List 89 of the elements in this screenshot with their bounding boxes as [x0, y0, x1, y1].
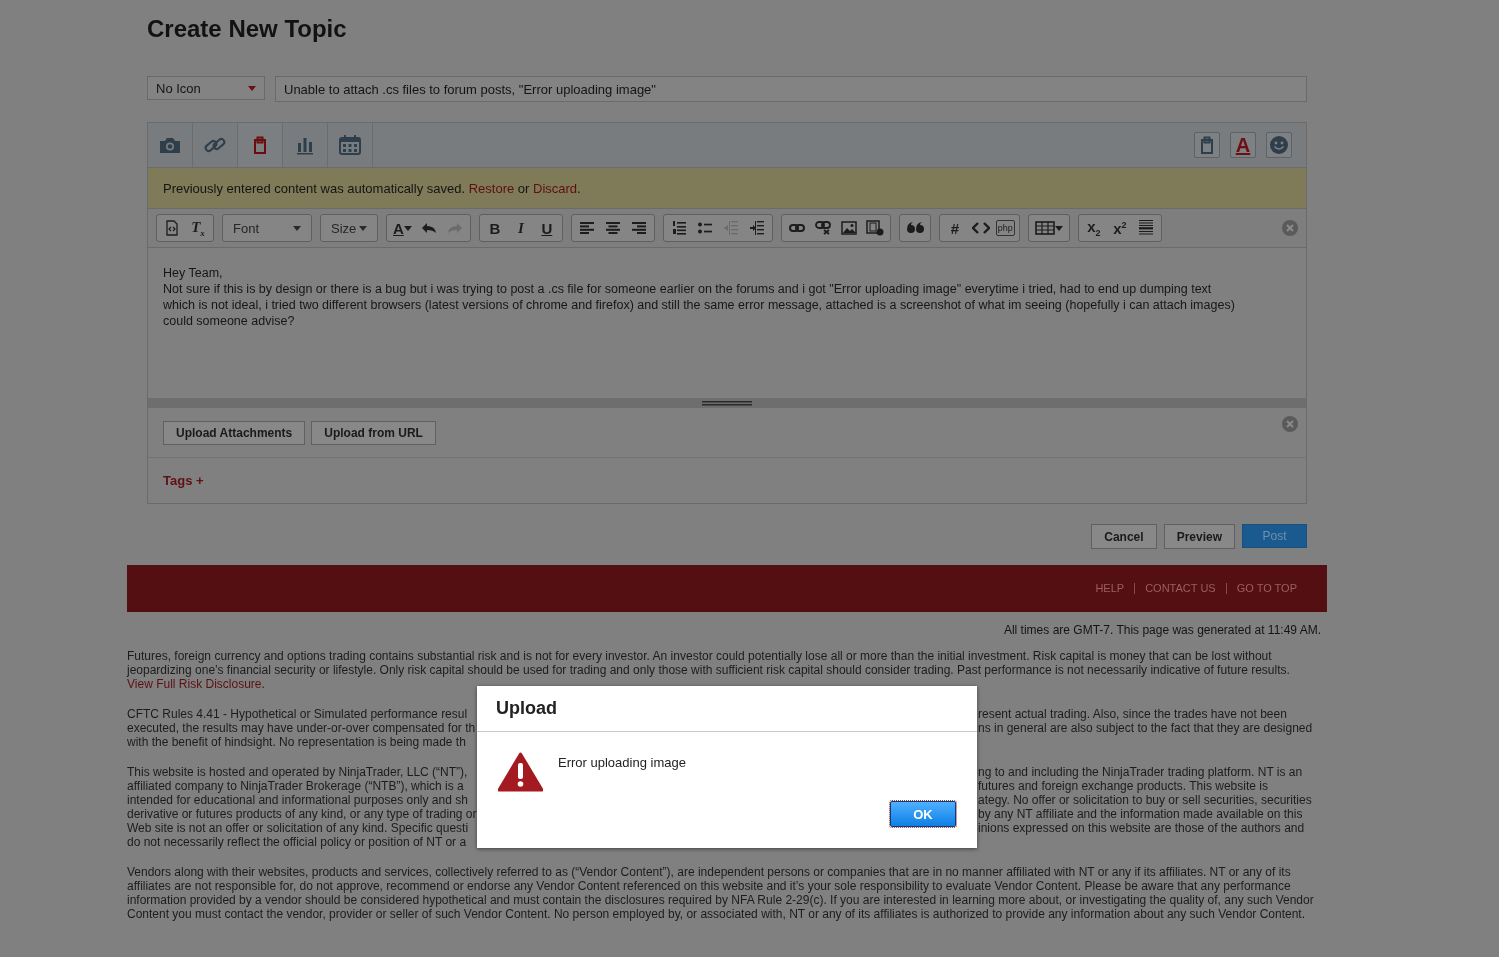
video-icon [865, 220, 884, 236]
disclaimer-text: by any NT affiliate and the information made available on this [978, 807, 1303, 821]
page-timestamp: All times are GMT-7. This page was generated at 11:49 AM. [1002, 623, 1322, 637]
disclaimer-text: futures and foreign exchange products. This website is [978, 779, 1268, 793]
disclaimer-text: inions expressed on this website are those of the authors and [978, 821, 1305, 835]
disclaimer-text: ategy. No offer or solicitation to buy or sell securities, securities [978, 793, 1312, 807]
disclaimer-text: resent actual trading. Also, since the trades have not been [978, 707, 1287, 721]
disclaimer-text: Web site is not an offer or solicitation of any kind. Specific questi [127, 821, 469, 835]
dialog-message: Error uploading image [558, 755, 686, 772]
ok-button[interactable]: OK [890, 801, 956, 827]
icon-dropdown[interactable]: No Icon [147, 76, 265, 100]
disclaimer-text: intended for educational and informational purposes only and sh [127, 793, 468, 807]
source-code-icon [165, 220, 179, 236]
bar-chart-icon [295, 135, 315, 155]
message-line: which is not ideal, i tried two different browsers (latest versions of chrome and firefox) and still the same error message, attached is a screenshot of what im seeing (hopefully i can attach images) [163, 297, 1236, 313]
link-icon [203, 135, 227, 155]
resize-grip-icon [702, 400, 752, 406]
disclaimer-text: executed, the results may have under-or-over compensated for th [127, 721, 476, 735]
numbered-list-icon [671, 221, 686, 235]
restore-link[interactable]: Restore [468, 180, 515, 196]
footer-link[interactable]: CONTACT US [1134, 583, 1226, 594]
autosave-message: Previously entered content was automatically saved. Restore or Discard. [163, 180, 581, 196]
close-icon [1282, 220, 1298, 236]
calendar-icon [338, 134, 362, 156]
smiley-button[interactable] [1266, 132, 1292, 158]
clear-format-button[interactable]: T$_{x}$ [187, 217, 209, 239]
smiley-icon [1269, 135, 1289, 155]
disclaimer-text: CFTC Rules 4.41 - Hypothetical or Simulated performance resul [127, 707, 468, 721]
bold-button[interactable]: B [483, 217, 506, 239]
message-line: Hey Team, [163, 265, 224, 281]
caret-icon [359, 225, 367, 231]
page-title: Create New Topic [147, 14, 348, 44]
preview-button[interactable]: Preview [1163, 524, 1235, 549]
clipboard-icon [1199, 136, 1215, 154]
indent-icon [749, 221, 764, 235]
footer-link[interactable]: GO TO TOP [1225, 583, 1307, 594]
caret-icon [403, 225, 412, 231]
disclaimer-text: do not necessarily reflect the official policy or position of NT or a [127, 835, 467, 849]
caret-icon [293, 225, 301, 231]
message-line: could someone advise? [163, 313, 296, 329]
align-center-icon [605, 222, 620, 234]
camera-icon [158, 135, 182, 155]
vendor-disclaimer: Vendors along with their websites, products and services, collectively referred to as (“Vendor Content”), are independent persons or companies that are in no manner affiliated with NT or any if its affiliates. NT or any of its affiliates are not responsible for, do not approve, recommend or endorse any Vendor Content referenced on this website and it’s your sole responsibility to evaluate Vendor Content. Please be aware that any performance information provided by a vendor should be considered hypothetical and must contain the disclosures required by NFA Rule 2-29(c). If you are interested in learning more about, or investigating the quality of, any such Vendor Content you must contact the vendor, provider or seller of such Vendor Content. No person employed by, or associated with, NT or any of its affiliates is authorized to provide any information about any such Vendor Content. [127, 865, 1315, 921]
hashtag-button[interactable]: # [943, 217, 966, 239]
caret-icon [1054, 225, 1063, 231]
undo-icon [420, 222, 437, 234]
horizontal-rule-icon [1138, 220, 1153, 236]
clipboard-button[interactable] [1194, 132, 1220, 158]
quote-icon [905, 221, 924, 235]
upload-attachments-button[interactable]: Upload Attachments [163, 420, 306, 445]
image-icon [840, 221, 857, 235]
tags-link[interactable]: Tags + [163, 473, 204, 488]
disclaimer-text: derivative or futures products of any kind, or any type of trading or [127, 807, 477, 821]
redo-icon [446, 222, 463, 234]
size-select[interactable]: Size [325, 217, 373, 239]
align-right-icon [631, 222, 646, 234]
font-select[interactable]: Font [227, 217, 307, 239]
bullet-list-icon [697, 222, 712, 234]
php-button[interactable]: php [995, 220, 1015, 236]
superscript-button[interactable]: x$^{2}$ [1108, 217, 1131, 239]
disclaimer-text: affiliated company to NinjaTrader Brokerage (“NTB”), which is a [127, 779, 464, 793]
upload-from-url-button[interactable]: Upload from URL [311, 420, 436, 445]
italic-button[interactable]: I [509, 217, 532, 239]
underline-button[interactable]: U [535, 217, 558, 239]
disclaimer-text: This website is hosted and operated by NinjaTrader, LLC (“NT”), [127, 765, 468, 779]
subscript-button[interactable]: x$_{2}$ [1082, 217, 1105, 239]
outdent-icon [723, 221, 738, 235]
unlink-icon [814, 221, 831, 235]
table-icon [1034, 221, 1055, 235]
close-icon [1282, 416, 1298, 432]
text-color-button[interactable]: A [391, 217, 414, 239]
align-left-icon [579, 222, 594, 234]
caret-icon [248, 85, 256, 91]
dropdown-value: No Icon [156, 80, 201, 96]
discard-link[interactable]: Discard [533, 180, 578, 196]
footer-link[interactable]: HELP [1085, 583, 1135, 594]
warning-icon [498, 752, 543, 792]
text-color-button[interactable]: A [1230, 132, 1256, 158]
message-line: Not sure if this is by design or there is a bug but i was trying to post a .cs file for someone earlier on the forums and i got "Error uploading image" everytime i tried, had to end up dumping text [163, 281, 1213, 297]
link-icon [788, 223, 805, 233]
subject-field[interactable]: Unable to attach .cs files to forum posts, "Error uploading image" [275, 76, 1307, 102]
dialog-title: Upload [477, 686, 977, 732]
disclaimer-text: ns in general are also subject to the fact that they are designed [978, 721, 1313, 735]
code-icon [971, 221, 990, 235]
disclaimer-text: with the benefit of hindsight. No representation is being made th [127, 735, 466, 749]
clipboard-icon [252, 136, 268, 154]
cancel-button[interactable]: Cancel [1091, 524, 1157, 549]
clipboard-tab[interactable] [238, 123, 283, 167]
disclaimer-text: ng to and including the NinjaTrader trading platform. NT is an [978, 765, 1303, 779]
